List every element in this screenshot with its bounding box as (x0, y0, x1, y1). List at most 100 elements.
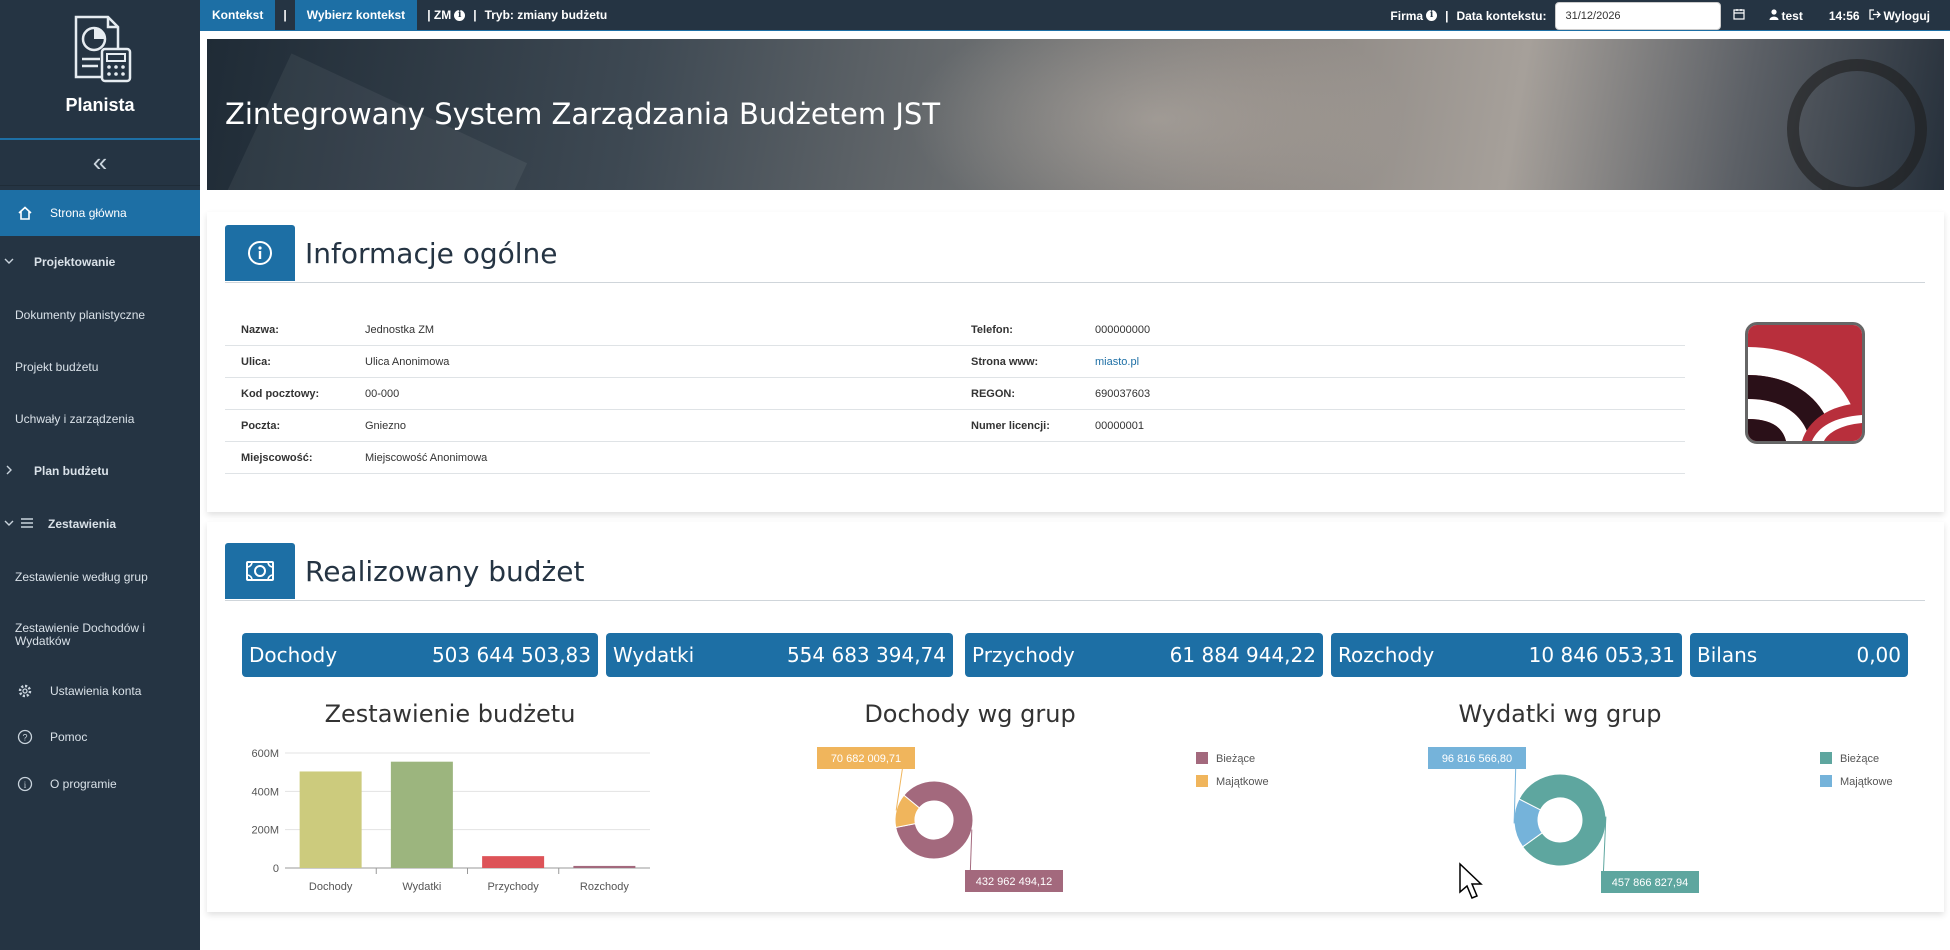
expense-donut-chart: 457 866 827,94 96 816 566,80 Bieżące Majątk… (1428, 747, 1893, 893)
sidebar-item-label: Zestawienia (48, 517, 117, 531)
sidebar-item-home[interactable]: Strona główna (0, 190, 200, 236)
summary-label: Rozchody (1338, 643, 1435, 667)
topbar: Kontekst | Wybierz kontekst | ZM i | Try… (200, 0, 1950, 31)
banner-decor (907, 39, 1407, 190)
chart-title: Dochody wg grup (864, 700, 1076, 728)
x-tick-label: Rozchody (580, 881, 629, 893)
sidebar-item-zestawienie-grup[interactable]: Zestawienie według grup (0, 557, 200, 597)
chevron-down-icon (0, 517, 14, 531)
data-label-text: 70 682 009,71 (831, 753, 901, 765)
info-label: Strona www: (971, 355, 1039, 368)
bar (573, 865, 636, 868)
info-label: Ulica: (241, 355, 271, 368)
legend-label: Bieżące (1216, 753, 1255, 765)
sidebar-item-label: Zestawienie Dochodów i Wydatków (15, 621, 146, 648)
section-title: Informacje ogólne (305, 237, 558, 270)
legend-swatch (1196, 752, 1208, 764)
sidebar-item-dokumenty[interactable]: Dokumenty planistyczne (0, 295, 200, 335)
svg-text:i: i (24, 780, 27, 790)
company-label: Firma (1390, 8, 1424, 23)
info-icon: i (0, 776, 50, 792)
summary-dochody: Dochody 503 644 503,83 (242, 633, 598, 677)
context-date-input[interactable] (1554, 1, 1721, 30)
menu-icon (14, 517, 48, 532)
double-chevron-left-icon: « (92, 147, 108, 177)
context-button[interactable]: Kontekst (200, 0, 276, 31)
data-label: 96 816 566,80 (1428, 747, 1526, 769)
sidebar: Planista « Strona główna Projektowanie D… (0, 0, 200, 950)
sidebar-item-o-programie[interactable]: i O programie (0, 764, 200, 804)
calendar-icon[interactable] (1721, 8, 1755, 23)
sidebar-item-label: Pomoc (50, 730, 88, 744)
banner-title: Zintegrowany System Zarządzania Budżetem… (225, 97, 941, 131)
summary-bilans: Bilans 0,00 (1690, 633, 1908, 677)
money-icon (225, 543, 295, 599)
banner-decor (1787, 59, 1927, 190)
data-label: 457 866 827,94 (1601, 871, 1699, 893)
info-value: Gniezno (365, 419, 406, 432)
legend-swatch (1196, 775, 1208, 787)
summary-value: 503 644 503,83 (431, 643, 591, 667)
info-row: Ulica: Ulica Anonimowa (225, 346, 955, 378)
logout-link[interactable]: Wyloguj (1881, 9, 1950, 23)
sidebar-item-zestawienie-dochodow[interactable]: Zestawienie Dochodów i Wydatków (0, 615, 160, 655)
info-icon[interactable]: i (454, 9, 466, 21)
legend-label: Bieżące (1840, 753, 1879, 765)
y-tick-label: 200M (251, 825, 279, 837)
sidebar-item-label: Plan budżetu (34, 464, 109, 478)
unit-logo (1745, 322, 1865, 444)
bar (390, 761, 453, 868)
info-icon[interactable]: i (1426, 10, 1438, 21)
data-label-text: 457 866 827,94 (1612, 877, 1688, 889)
legend-label: Majątkowe (1840, 776, 1893, 788)
info-circle-icon (225, 225, 295, 281)
x-tick-label: Przychody (487, 881, 539, 893)
sidebar-item-projektowanie[interactable]: Projektowanie (0, 242, 200, 282)
data-label-text: 96 816 566,80 (1442, 753, 1512, 765)
clock: 14:56 (1828, 8, 1860, 23)
sidebar-item-pomoc[interactable]: ? Pomoc (0, 717, 200, 757)
info-row: Strona www: miasto.pl (955, 346, 1685, 378)
sidebar-item-plan-budzetu[interactable]: Plan budżetu (0, 451, 200, 491)
sidebar-item-uchwaly[interactable]: Uchwały i zarządzenia (0, 399, 200, 439)
separator: | (473, 8, 477, 22)
info-row: Nazwa: Jednostka ZM (225, 314, 955, 346)
user-name[interactable]: test (1779, 9, 1803, 23)
summary-label: Bilans (1697, 643, 1758, 667)
unit-label: | ZM (427, 8, 452, 22)
logout-icon[interactable] (1860, 8, 1881, 23)
info-row: Poczta: Gniezno (225, 410, 955, 442)
home-icon (0, 205, 50, 221)
choose-context-button[interactable]: Wybierz kontekst (294, 0, 418, 31)
info-value: 00-000 (365, 387, 400, 400)
chart-title: Wydatki wg grup (1458, 700, 1662, 728)
summary-rozchody: Rozchody 10 846 053,31 (1331, 633, 1682, 677)
x-tick-label: Dochody (309, 881, 353, 893)
sidebar-item-projekt-budzetu[interactable]: Projekt budżetu (0, 347, 200, 387)
y-tick-label: 600M (251, 748, 279, 760)
chevron-down-icon (0, 255, 14, 269)
unit-logo-icon (1748, 325, 1862, 441)
info-value: Ulica Anonimowa (365, 355, 450, 368)
summary-value: 10 846 053,31 (1528, 643, 1675, 667)
website-link[interactable]: miasto.pl (1095, 356, 1139, 368)
sidebar-collapse-button[interactable]: « (0, 140, 200, 186)
y-tick-label: 0 (273, 863, 279, 875)
summary-label: Przychody (972, 643, 1075, 667)
help-icon: ? (0, 729, 50, 745)
data-label: 432 962 494,12 (965, 870, 1063, 892)
mouse-cursor-icon (1459, 862, 1483, 899)
info-label: Miejscowość: (241, 451, 313, 464)
info-value: 00000001 (1095, 419, 1144, 432)
topbar-right: Firma i | Data kontekstu: test 14:56 Wyl… (1390, 0, 1950, 31)
summary-wydatki: Wydatki 554 683 394,74 (606, 633, 953, 677)
chart-title: Zestawienie budżetu (324, 700, 576, 728)
legend-swatch (1820, 752, 1832, 764)
y-tick-label: 400M (251, 786, 279, 798)
user-icon (1755, 8, 1779, 23)
info-row: REGON: 690037603 (955, 378, 1685, 410)
sidebar-item-ustawienia[interactable]: Ustawienia konta (0, 671, 200, 711)
brand: Planista (0, 0, 200, 140)
sidebar-item-zestawienia[interactable]: Zestawienia (0, 504, 200, 544)
gear-icon (0, 683, 50, 699)
